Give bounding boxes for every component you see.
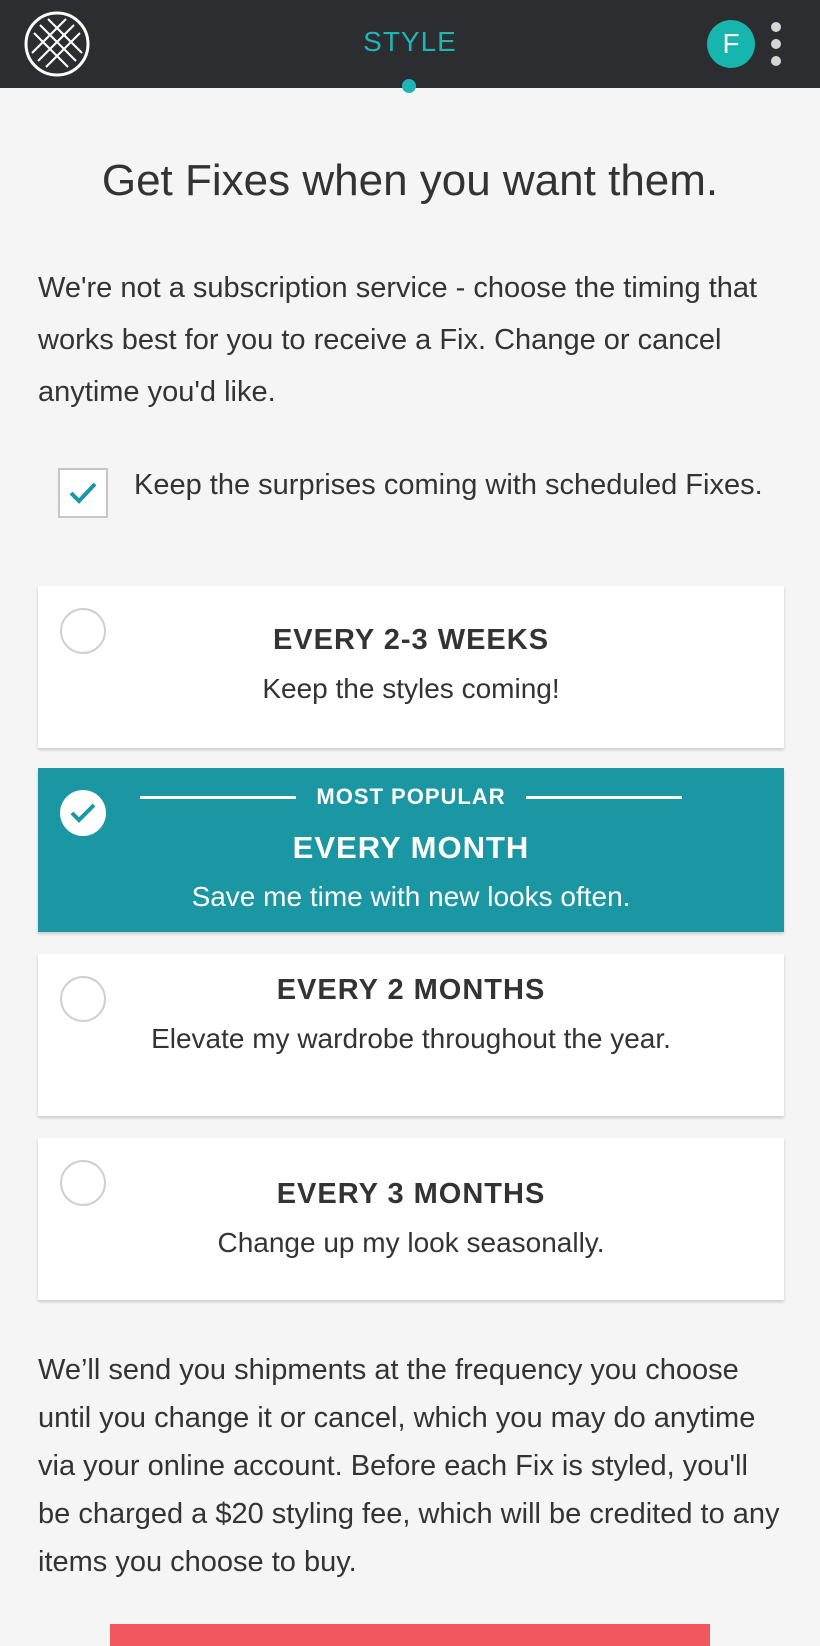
scheduled-fixes-label: Keep the surprises coming with scheduled… (134, 469, 763, 501)
checkmark-icon (69, 482, 97, 504)
option-subtitle: Keep the styles coming! (262, 673, 560, 704)
option-subtitle: Elevate my wardrobe throughout the year. (151, 1023, 671, 1054)
option-every-2-months[interactable]: EVERY 2 MONTHS Elevate my wardrobe throu… (38, 954, 784, 1116)
option-subtitle: Change up my look seasonally. (217, 1227, 605, 1258)
active-tab-indicator (402, 79, 416, 93)
option-subtitle: Save me time with new looks often. (191, 881, 631, 912)
option-title: EVERY 2-3 WEEKS (272, 624, 550, 656)
page-title: Get Fixes when you want them. (101, 156, 719, 205)
continue-button[interactable] (110, 1624, 710, 1646)
option-title: EVERY MONTH (292, 830, 530, 865)
option-every-month[interactable]: MOST POPULAR EVERY MONTH Save me time wi… (38, 768, 784, 932)
disclaimer-text: We’ll send you shipments at the frequenc… (38, 1354, 780, 1578)
avatar[interactable]: F (707, 20, 755, 68)
option-title: EVERY 2 MONTHS (276, 974, 546, 1006)
scheduled-fixes-checkbox[interactable] (58, 468, 108, 518)
tab-style[interactable]: STYLE (0, 26, 820, 58)
option-every-2-3-weeks[interactable]: EVERY 2-3 WEEKS Keep the styles coming! (38, 586, 784, 748)
more-options-icon[interactable] (770, 22, 782, 66)
intro-text: We're not a subscription service - choos… (38, 272, 758, 408)
most-popular-badge: MOST POPULAR (316, 784, 506, 809)
top-bar: STYLE F (0, 0, 820, 93)
option-every-3-months[interactable]: EVERY 3 MONTHS Change up my look seasona… (38, 1138, 784, 1300)
option-title: EVERY 3 MONTHS (276, 1178, 546, 1210)
